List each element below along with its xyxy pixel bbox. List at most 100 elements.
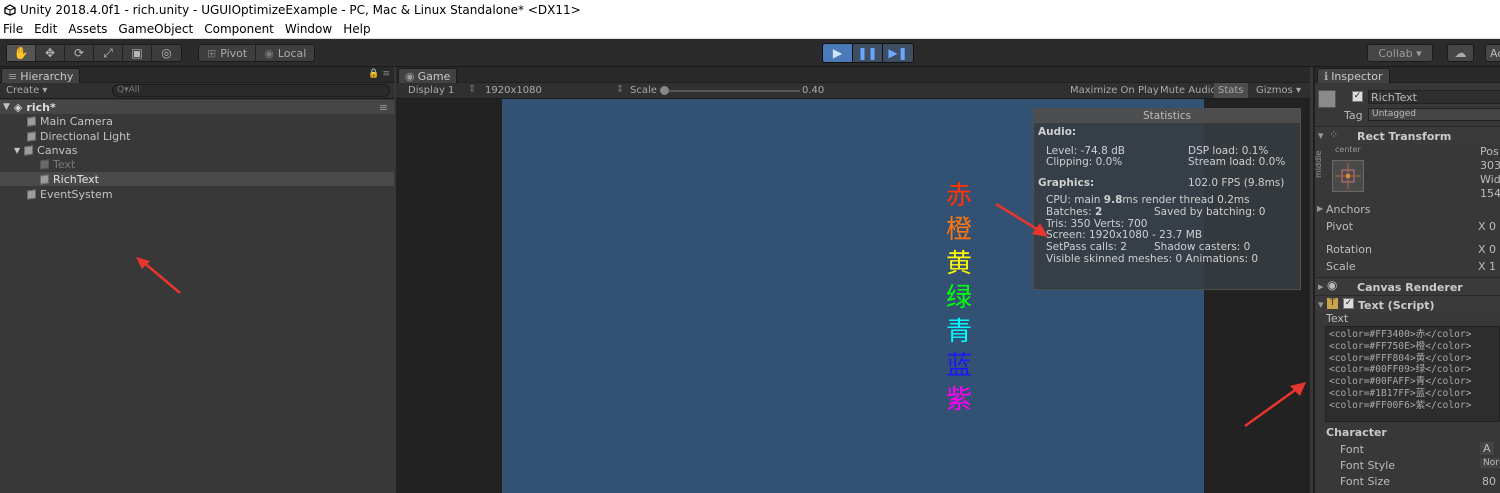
fps-value: 102.0 FPS (9.8ms) — [1188, 177, 1285, 189]
maximize-on-play-button[interactable]: Maximize On Play — [1070, 85, 1159, 96]
unity-scene-icon: ◈ — [13, 100, 23, 114]
statistics-overlay: Statistics Audio: Level: -74.8 dB Clippi… — [1033, 108, 1301, 290]
stats-button[interactable]: Stats — [1214, 83, 1248, 98]
scene-row[interactable]: ▼ ◈ rich* ≡ — [0, 100, 394, 114]
text-line: <color=#1B17FF>蓝</color> — [1329, 387, 1472, 399]
rect-transform-header[interactable]: ▾ ⁘ Rect Transform — [1315, 126, 1500, 144]
skinned-meshes: Visible skinned meshes: 0 Animations: 0 — [1046, 253, 1259, 265]
collab-button[interactable]: Collab ▾ — [1367, 44, 1433, 62]
tag-label: Tag — [1344, 109, 1363, 122]
tab-hierarchy[interactable]: ≡ Hierarchy — [1, 68, 81, 83]
pos-label: Pos — [1480, 145, 1499, 158]
gizmos-dropdown[interactable]: Gizmos ▾ — [1256, 85, 1301, 96]
rich-text-char: 赤 — [945, 181, 972, 211]
rect-tool-icon[interactable]: ▣ — [123, 45, 152, 61]
hand-tool-icon[interactable]: ✋ — [7, 45, 36, 61]
anchor-preset-icon — [1335, 163, 1361, 189]
hierarchy-item-text[interactable]: Text — [0, 157, 394, 171]
saved-by-batching: Saved by batching: 0 — [1154, 206, 1266, 218]
eye-icon: ◉ — [1327, 278, 1338, 292]
active-checkbox[interactable]: ✓ — [1352, 91, 1363, 102]
audio-heading: Audio: — [1038, 126, 1077, 138]
rich-text-char: 蓝 — [945, 351, 972, 381]
pivot-x[interactable]: X 0 — [1478, 220, 1496, 233]
expand-arrow-icon[interactable]: ▼ — [14, 146, 20, 155]
step-icon[interactable]: ▶❚ — [883, 44, 913, 62]
font-field[interactable]: A — [1480, 442, 1494, 455]
anchors-label[interactable]: Anchors — [1326, 203, 1371, 216]
transform-tool-icon[interactable]: ◎ — [152, 45, 181, 61]
menu-edit[interactable]: Edit — [34, 22, 57, 36]
account-button[interactable]: Ac — [1485, 44, 1500, 62]
canvas-renderer-header[interactable]: ▸ ◉ Canvas Renderer — [1315, 277, 1500, 295]
font-label: Font — [1340, 443, 1364, 456]
game-view-panel: ◉ Game Display 1 ⇕ 1920x1080 ⇕ Scale 0.40… — [396, 67, 1310, 493]
menu-window[interactable]: Window — [285, 22, 332, 36]
scale-slider[interactable] — [660, 86, 800, 95]
component-arrow-icon[interactable]: ▸ — [1318, 280, 1324, 293]
canvas-renderer-title: Canvas Renderer — [1357, 281, 1463, 294]
panel-lock-icon[interactable]: 🔒 ≡ — [368, 69, 390, 79]
move-tool-icon[interactable]: ✥ — [36, 45, 65, 61]
text-content-area[interactable]: <color=#FF3400>赤</color> <color=#FF750E>… — [1325, 326, 1500, 422]
font-size-label: Font Size — [1340, 475, 1391, 488]
enabled-checkbox[interactable]: ✓ — [1343, 298, 1354, 309]
width-value[interactable]: 154 — [1480, 187, 1500, 200]
mute-audio-button[interactable]: Mute Audio — [1160, 85, 1217, 96]
statistics-title: Statistics — [1034, 109, 1300, 123]
menu-help[interactable]: Help — [343, 22, 370, 36]
rect-transform-title: Rect Transform — [1357, 130, 1452, 143]
tab-game[interactable]: ◉ Game — [398, 68, 458, 83]
component-arrow-icon[interactable]: ▾ — [1318, 129, 1324, 142]
pivot-toggle-group: ⊞ Pivot ◉ Local — [198, 44, 316, 62]
font-style-dropdown[interactable]: Nor — [1480, 458, 1500, 468]
rich-text-char: 紫 — [945, 385, 972, 415]
pause-icon[interactable]: ❚❚ — [853, 44, 883, 62]
text-line: <color=#FF3400>赤</color> — [1329, 329, 1472, 340]
scale-x[interactable]: X 1 — [1478, 260, 1496, 273]
hierarchy-search-input[interactable]: Q▾All — [112, 84, 390, 97]
menu-assets[interactable]: Assets — [68, 22, 107, 36]
rotate-tool-icon[interactable]: ⟳ — [65, 45, 94, 61]
gameobject-large-icon — [1318, 90, 1336, 108]
hierarchy-item-eventsystem[interactable]: EventSystem — [0, 187, 394, 201]
hierarchy-toolbar: Create ▾ Q▾All — [0, 83, 394, 99]
tag-dropdown[interactable]: Untagged — [1368, 108, 1500, 121]
hierarchy-item-directional-light[interactable]: Directional Light — [0, 129, 394, 143]
scene-menu-icon[interactable]: ≡ — [379, 101, 388, 114]
scale-label: Scale — [630, 85, 657, 96]
pivot-button[interactable]: ⊞ Pivot — [199, 45, 257, 61]
hierarchy-item-main-camera[interactable]: Main Camera — [0, 114, 394, 128]
menu-file[interactable]: File — [3, 22, 23, 36]
create-dropdown[interactable]: Create ▾ — [6, 85, 47, 96]
scale-tool-icon[interactable]: ⤢ — [94, 45, 123, 61]
hierarchy-item-richtext[interactable]: RichText — [0, 172, 394, 186]
scale-value: 0.40 — [802, 85, 825, 96]
component-arrow-icon[interactable]: ▾ — [1318, 298, 1324, 311]
tab-inspector[interactable]: ℹ Inspector — [1317, 68, 1390, 83]
object-name-field[interactable]: RichText — [1368, 90, 1500, 104]
rotation-x[interactable]: X 0 — [1478, 243, 1496, 256]
resolution-dropdown[interactable]: 1920x1080 — [485, 85, 542, 96]
font-size-value[interactable]: 80 — [1482, 475, 1496, 488]
display-dropdown[interactable]: Display 1 — [408, 85, 454, 96]
pos-value[interactable]: 303 — [1480, 159, 1500, 172]
annotation-arrow-icon — [1244, 382, 1306, 428]
local-button[interactable]: ◉ Local — [256, 45, 314, 61]
text-script-header[interactable]: ▾ T ✓ Text (Script) — [1315, 295, 1500, 313]
menu-component[interactable]: Component — [204, 22, 274, 36]
anchor-preset-button[interactable] — [1332, 160, 1364, 192]
cloud-icon[interactable]: ☁ — [1447, 44, 1474, 62]
width-label: Wid — [1480, 173, 1500, 186]
menu-bar: File Edit Assets GameObject Component Wi… — [0, 20, 1500, 39]
expand-arrow-icon[interactable]: ▼ — [3, 102, 10, 112]
hierarchy-item-canvas[interactable]: ▼ Canvas — [0, 143, 394, 157]
menu-gameobject[interactable]: GameObject — [118, 22, 193, 36]
rect-transform-icon: ⁘ — [1329, 128, 1339, 141]
text-line: <color=#FF750E>橙</color> — [1329, 340, 1472, 352]
play-icon[interactable]: ▶ — [823, 44, 853, 62]
expand-arrow-icon[interactable]: ▶ — [1317, 204, 1323, 213]
batches-stat: Batches: 2 — [1046, 206, 1103, 218]
cpu-stats: CPU: main 9.8ms render thread 0.2ms — [1046, 194, 1250, 206]
text-component-icon: T — [1327, 298, 1338, 309]
